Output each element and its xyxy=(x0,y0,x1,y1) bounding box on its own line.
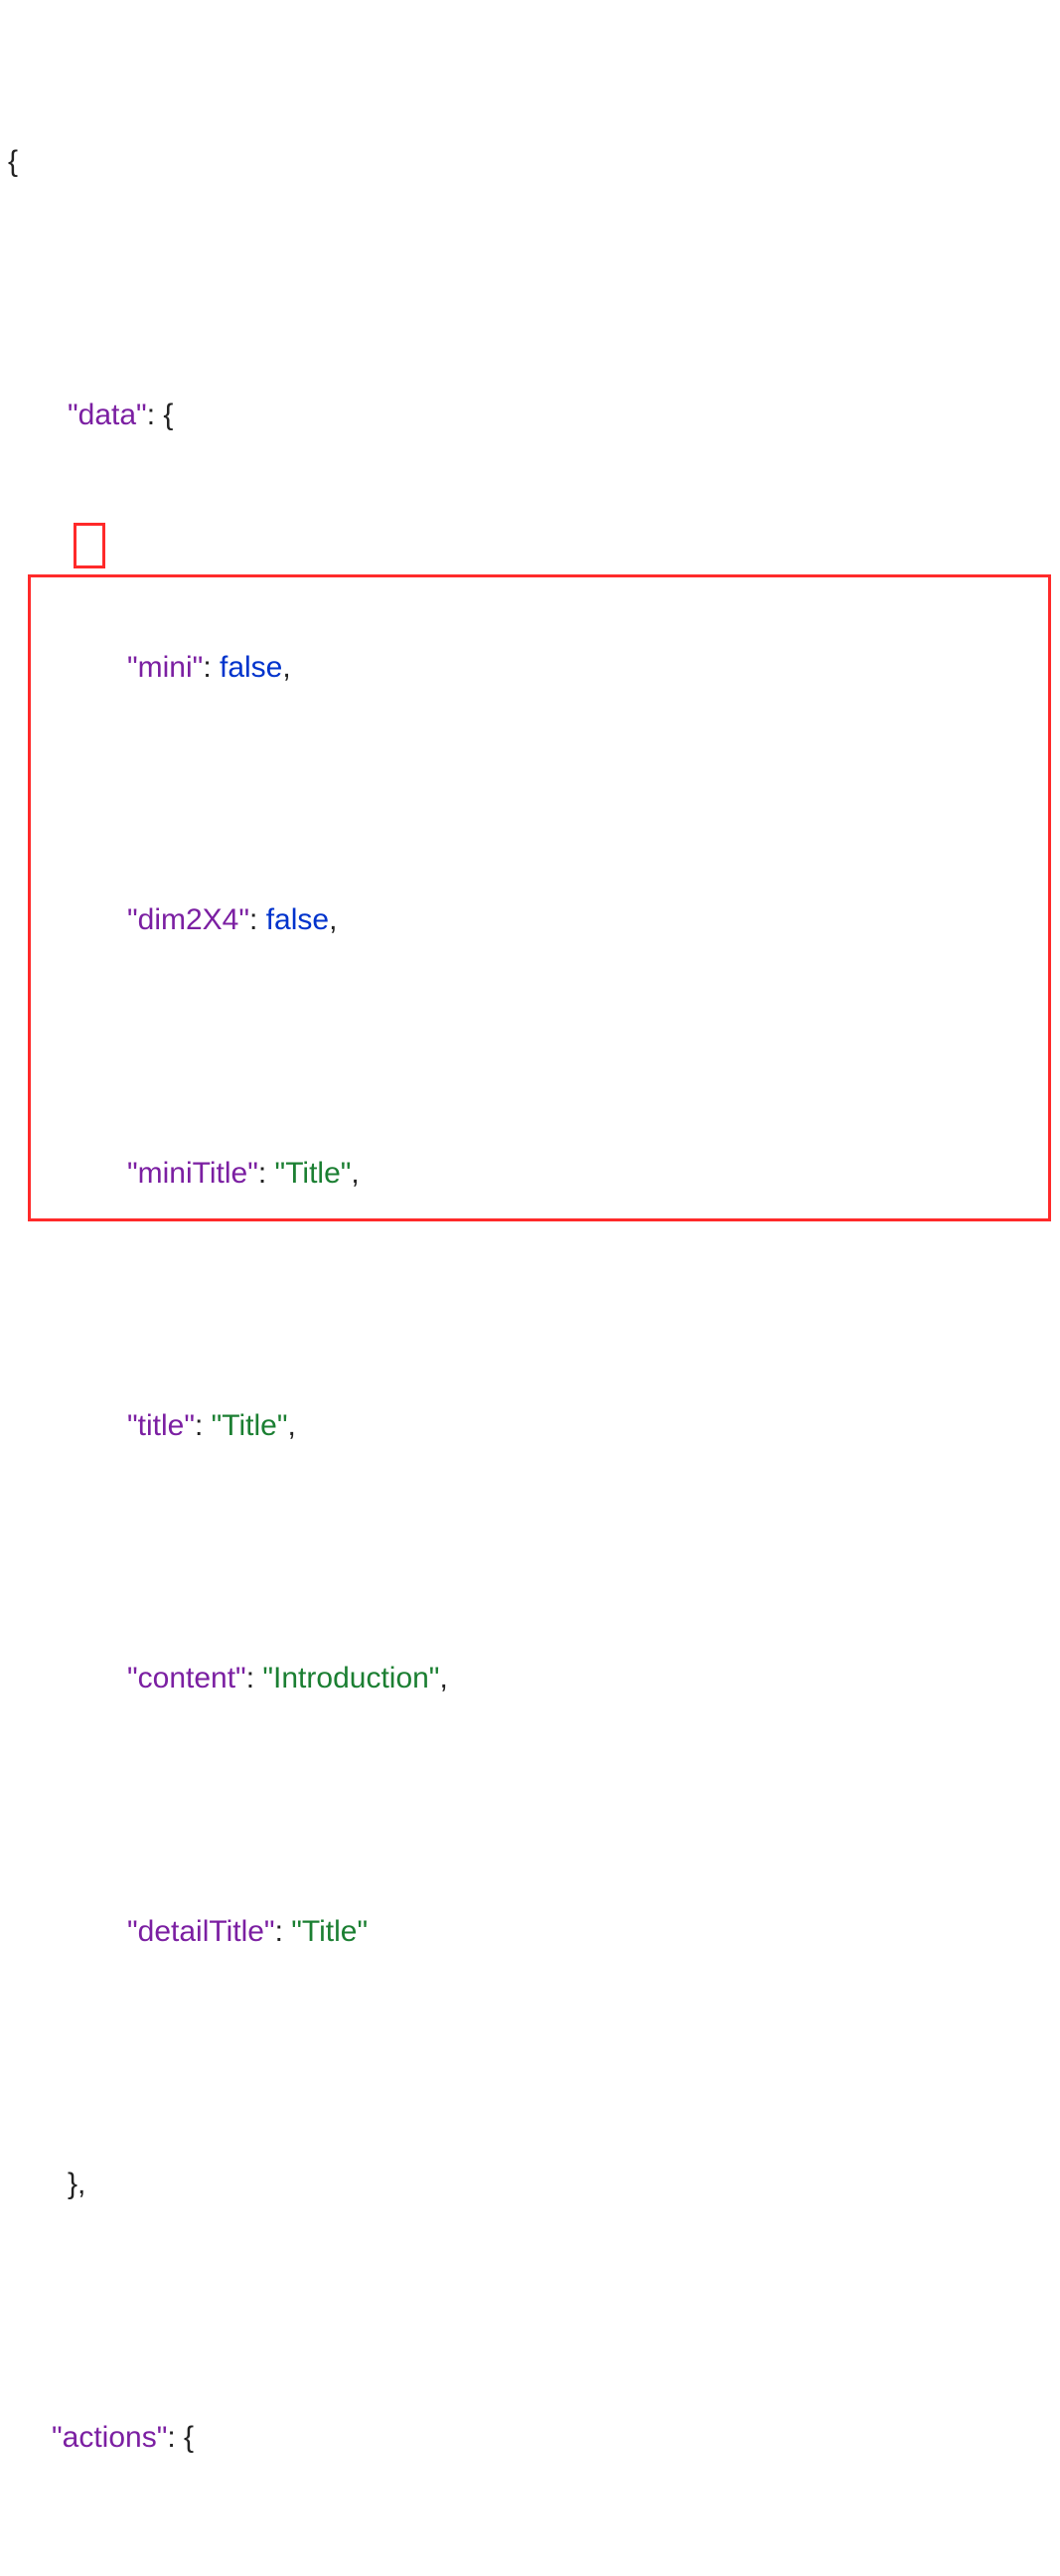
brace-open: { xyxy=(8,145,18,178)
key-title: "title" xyxy=(127,1409,195,1442)
punct: : xyxy=(203,651,220,684)
key-detailtitle: "detailTitle" xyxy=(127,1915,275,1948)
punct: : xyxy=(258,1157,275,1190)
json-code-block: { "data": { "mini": false, "dim2X4": fal… xyxy=(0,0,1060,2576)
punct: , xyxy=(351,1157,359,1190)
val-content: "Introduction" xyxy=(262,1662,439,1694)
val-detailtitle: "Title" xyxy=(291,1915,368,1948)
val-title: "Title" xyxy=(212,1409,288,1442)
data-close: } xyxy=(68,2168,77,2200)
val-minititle: "Title" xyxy=(275,1157,352,1190)
key-dim2x4: "dim2X4" xyxy=(127,903,249,936)
punct: , xyxy=(329,903,337,936)
key-minititle: "miniTitle" xyxy=(127,1157,258,1190)
key-content: "content" xyxy=(127,1662,246,1694)
punct: , xyxy=(282,651,290,684)
punct: : xyxy=(246,1662,263,1694)
punct: : xyxy=(275,1915,292,1948)
key-mini: "mini" xyxy=(127,651,203,684)
key-actions: "actions" xyxy=(52,2421,167,2454)
val-dim2x4: false xyxy=(266,903,329,936)
val-mini: false xyxy=(220,651,282,684)
punct: : xyxy=(195,1409,212,1442)
punct: : { xyxy=(167,2421,194,2454)
highlight-comma-box xyxy=(74,523,105,568)
data-close-comma: , xyxy=(77,2168,85,2200)
punct: : xyxy=(249,903,266,936)
punct: : { xyxy=(147,399,174,431)
punct: , xyxy=(439,1662,447,1694)
punct: , xyxy=(288,1409,296,1442)
key-data: "data" xyxy=(68,399,147,431)
